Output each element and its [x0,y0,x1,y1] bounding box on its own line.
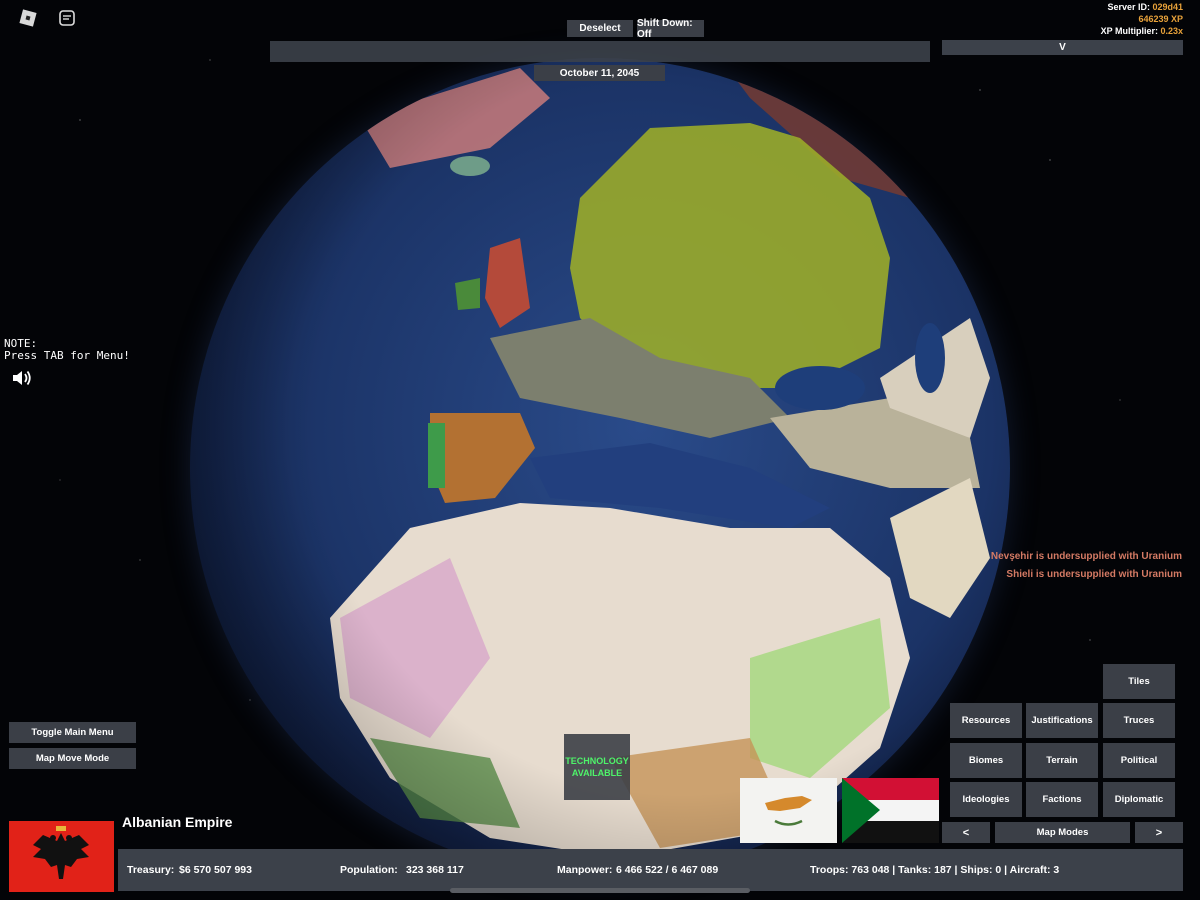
xp-value: 646239 XP [1138,14,1183,24]
map-mode-next-button[interactable]: > [1135,822,1183,843]
menu-note: NOTE: Press TAB for Menu! [4,338,130,362]
sudan-flag[interactable] [842,778,939,843]
empire-name: Albanian Empire [122,814,233,830]
speaker-icon[interactable] [11,368,33,388]
treasury-value: $6 570 507 993 [179,864,252,876]
cyprus-flag[interactable] [740,778,837,843]
toggle-main-menu-button[interactable]: Toggle Main Menu [9,722,136,743]
notification-uranium-2: Shieli is undersupplied with Uranium [1006,569,1182,580]
treasury-label: Treasury: [127,864,175,876]
sudan-flag-icon [842,778,939,843]
map-modes-label: Map Modes [995,822,1130,843]
server-info: Server ID: 029d41 646239 XP XP Multiplie… [1101,1,1183,37]
map-mode-tiles-button[interactable]: Tiles [1103,664,1175,699]
server-id-label: Server ID: [1107,2,1153,12]
map-mode-biomes-button[interactable]: Biomes [950,743,1022,778]
manpower-value: 6 466 522 / 6 467 089 [616,864,719,876]
deselect-button[interactable]: Deselect [567,20,633,37]
map-mode-factions-button[interactable]: Factions [1026,782,1098,817]
collapse-v-button[interactable]: V [942,40,1183,55]
cyprus-flag-icon [765,796,812,826]
population-value: 323 368 117 [406,864,464,876]
map-mode-resources-button[interactable]: Resources [950,703,1022,738]
albania-flag[interactable] [9,821,114,892]
map-move-mode-button[interactable]: Map Move Mode [9,748,136,769]
server-id-value: 029d41 [1152,2,1183,12]
tech-line-1: TECHNOLOGY [565,756,629,766]
map-mode-political-button[interactable]: Political [1103,743,1175,778]
xp-multiplier-label: XP Multiplier: [1100,26,1161,36]
tech-line-2: AVAILABLE [571,768,623,778]
notification-uranium-1: Nevşehir is undersupplied with Uranium [990,551,1182,562]
xp-multiplier-value: 0.23x [1160,26,1183,36]
map-mode-justifications-button[interactable]: Justifications [1026,703,1098,738]
map-mode-truces-button[interactable]: Truces [1103,703,1175,738]
country-stats-bar: Treasury: $6 570 507 993 Population: 323… [118,849,1183,891]
technology-available-button[interactable]: TECHNOLOGY AVAILABLE [564,734,630,800]
map-mode-diplomatic-button[interactable]: Diplomatic [1103,782,1175,817]
double-headed-eagle-icon [33,826,89,879]
notification-bar [270,41,930,62]
note-text: Press TAB for Menu! [4,349,130,362]
manpower-label: Manpower: [557,864,613,876]
map-mode-terrain-button[interactable]: Terrain [1026,743,1098,778]
shift-down-toggle[interactable]: Shift Down: Off [637,18,704,40]
home-indicator [450,888,750,893]
map-mode-ideologies-button[interactable]: Ideologies [950,782,1022,817]
military-stats: Troops: 763 048 | Tanks: 187 | Ships: 0 … [810,864,1060,876]
population-label: Population: [340,864,398,876]
map-mode-prev-button[interactable]: < [942,822,990,843]
roblox-logo-icon[interactable] [18,8,38,28]
chat-icon[interactable] [58,9,76,27]
game-date: October 11, 2045 [534,65,665,81]
